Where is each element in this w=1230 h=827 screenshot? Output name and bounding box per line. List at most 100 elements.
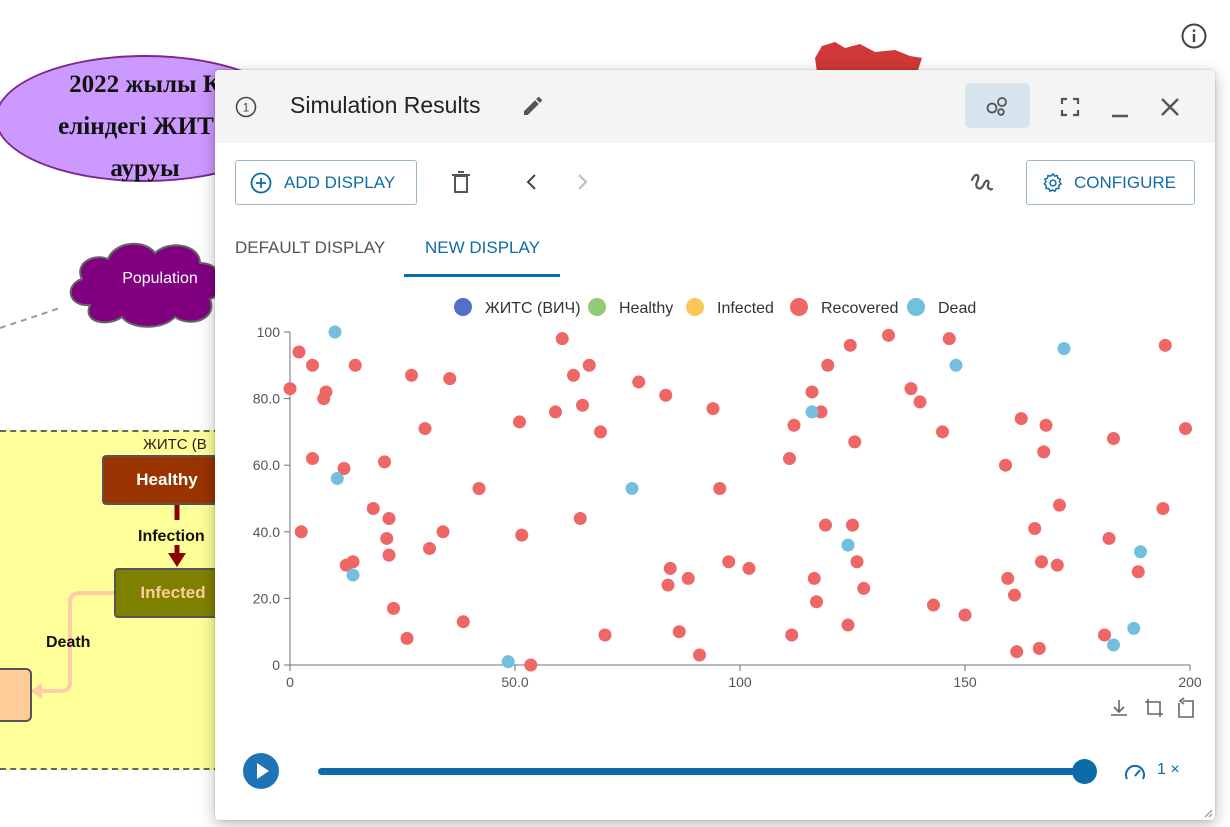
- data-point[interactable]: [1001, 571, 1015, 585]
- data-point[interactable]: [292, 345, 306, 359]
- data-point[interactable]: [598, 628, 612, 642]
- data-point[interactable]: [382, 511, 396, 525]
- legend-label[interactable]: ЖИТС (ВИЧ): [485, 300, 581, 317]
- draw-squiggle-icon[interactable]: [967, 168, 995, 196]
- data-point[interactable]: [513, 415, 526, 429]
- data-point[interactable]: [387, 601, 400, 615]
- data-point[interactable]: [330, 472, 344, 486]
- playback-speed[interactable]: 1 ×: [1157, 761, 1180, 779]
- resize-grip-icon[interactable]: [1201, 806, 1213, 818]
- info-circle-icon[interactable]: [1180, 22, 1208, 50]
- dead-node[interactable]: [0, 668, 32, 722]
- data-point[interactable]: [501, 655, 515, 669]
- download-icon[interactable]: [1108, 697, 1130, 719]
- play-button[interactable]: [243, 753, 279, 789]
- chevron-left-icon[interactable]: [520, 170, 544, 194]
- data-point[interactable]: [1010, 645, 1024, 659]
- data-point[interactable]: [807, 571, 821, 585]
- data-point[interactable]: [1127, 621, 1141, 635]
- chevron-right-icon[interactable]: [570, 170, 594, 194]
- data-point[interactable]: [1050, 558, 1064, 572]
- data-point[interactable]: [378, 455, 391, 469]
- crop-zoom-icon[interactable]: [1143, 697, 1165, 719]
- data-point[interactable]: [999, 458, 1012, 472]
- healthy-node[interactable]: Healthy: [102, 455, 232, 505]
- zoom-reset-icon[interactable]: [1175, 697, 1197, 719]
- data-point[interactable]: [821, 358, 835, 372]
- configure-button[interactable]: CONFIGURE: [1026, 160, 1195, 205]
- add-display-button[interactable]: ADD DISPLAY: [235, 160, 417, 205]
- data-point[interactable]: [841, 618, 855, 632]
- data-point[interactable]: [346, 555, 360, 569]
- data-point[interactable]: [306, 358, 319, 372]
- window-titlebar[interactable]: 1 Simulation Results: [215, 70, 1215, 143]
- data-point[interactable]: [366, 501, 380, 515]
- data-point[interactable]: [819, 518, 832, 532]
- share-button[interactable]: [965, 83, 1030, 128]
- data-point[interactable]: [472, 482, 486, 496]
- data-point[interactable]: [423, 541, 436, 555]
- legend-label[interactable]: Dead: [938, 300, 976, 317]
- data-point[interactable]: [1008, 588, 1021, 602]
- data-point[interactable]: [418, 422, 432, 436]
- data-point[interactable]: [785, 628, 799, 642]
- data-point[interactable]: [810, 595, 823, 609]
- trash-icon[interactable]: [447, 168, 475, 196]
- data-point[interactable]: [742, 561, 756, 575]
- data-point[interactable]: [1098, 628, 1111, 642]
- data-point[interactable]: [783, 452, 796, 466]
- data-point[interactable]: [857, 581, 871, 595]
- data-point[interactable]: [1039, 418, 1053, 432]
- data-point[interactable]: [625, 482, 639, 496]
- data-point[interactable]: [306, 452, 319, 466]
- data-point[interactable]: [515, 528, 529, 542]
- data-point[interactable]: [1014, 412, 1028, 426]
- data-point[interactable]: [805, 385, 819, 399]
- legend-label[interactable]: Recovered: [821, 300, 898, 317]
- data-point[interactable]: [672, 625, 686, 639]
- data-point[interactable]: [294, 525, 308, 539]
- data-point[interactable]: [1107, 638, 1120, 652]
- data-point[interactable]: [1102, 531, 1116, 545]
- data-point[interactable]: [904, 382, 918, 396]
- data-point[interactable]: [936, 425, 949, 439]
- data-point[interactable]: [576, 398, 589, 412]
- data-point[interactable]: [348, 358, 362, 372]
- data-point[interactable]: [549, 405, 562, 419]
- data-point[interactable]: [659, 388, 673, 402]
- data-point[interactable]: [661, 578, 675, 592]
- data-point[interactable]: [1179, 422, 1192, 436]
- data-point[interactable]: [555, 332, 569, 346]
- data-point[interactable]: [283, 382, 297, 396]
- data-point[interactable]: [380, 531, 394, 545]
- data-point[interactable]: [927, 598, 940, 612]
- data-point[interactable]: [524, 658, 538, 672]
- tab-default-display[interactable]: DEFAULT DISPLAY: [235, 238, 385, 258]
- data-point[interactable]: [846, 518, 859, 532]
- close-icon[interactable]: [1155, 92, 1185, 122]
- data-point[interactable]: [1156, 501, 1170, 515]
- legend-marker[interactable]: [907, 298, 925, 316]
- data-point[interactable]: [958, 608, 972, 622]
- legend-marker[interactable]: [790, 298, 808, 316]
- data-point[interactable]: [400, 631, 414, 645]
- data-point[interactable]: [722, 555, 736, 569]
- data-point[interactable]: [1037, 445, 1051, 459]
- data-point[interactable]: [319, 385, 333, 399]
- data-point[interactable]: [1028, 521, 1042, 535]
- legend-marker[interactable]: [588, 298, 606, 316]
- data-point[interactable]: [443, 372, 457, 386]
- minimize-icon[interactable]: [1105, 92, 1135, 122]
- data-point[interactable]: [848, 435, 862, 449]
- data-point[interactable]: [632, 375, 646, 389]
- data-point[interactable]: [382, 548, 396, 562]
- data-point[interactable]: [405, 368, 418, 382]
- data-point[interactable]: [1053, 498, 1066, 512]
- data-point[interactable]: [841, 538, 855, 552]
- playback-slider-track[interactable]: [318, 768, 1085, 775]
- data-point[interactable]: [328, 325, 342, 339]
- data-point[interactable]: [1035, 555, 1048, 569]
- playback-slider-thumb[interactable]: [1072, 759, 1097, 784]
- data-point[interactable]: [1131, 565, 1145, 579]
- data-point[interactable]: [573, 511, 587, 525]
